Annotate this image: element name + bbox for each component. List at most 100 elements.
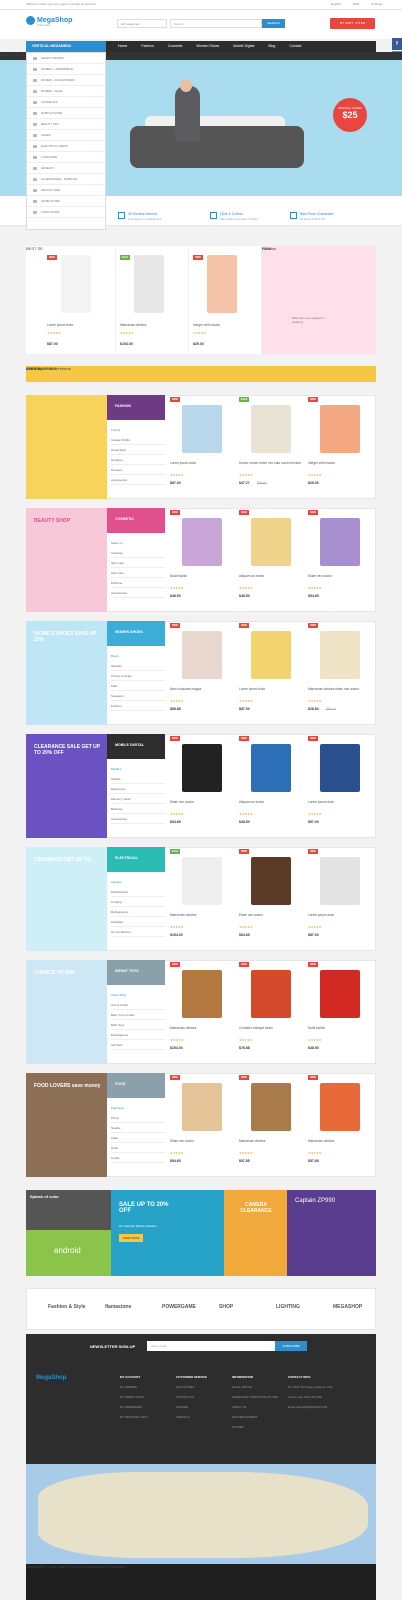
- category-link[interactable]: Cooking: [111, 897, 165, 907]
- vmenu-item[interactable]: ELECTRICAL ITEMS: [27, 141, 105, 152]
- category-link[interactable]: Fashion: [111, 701, 165, 711]
- category-banner[interactable]: [26, 395, 107, 499]
- category-link[interactable]: Memory Cards: [111, 794, 165, 804]
- vmenu-item[interactable]: HOME STORE: [27, 196, 105, 207]
- product-name[interactable]: Donec rutrum lorem nec odio condi mentum: [239, 461, 301, 465]
- category-link[interactable]: Sneakers: [111, 691, 165, 701]
- category-link[interactable]: Flexiable: [111, 917, 165, 927]
- vmenu-item[interactable]: WOMEN - SHOE: [27, 86, 105, 97]
- product-name[interactable]: Etiam nec auctor: [170, 1139, 232, 1143]
- category-link-title[interactable]: Boots: [111, 651, 165, 661]
- category-link[interactable]: Perfume: [111, 578, 165, 588]
- category-link[interactable]: Accessories: [111, 475, 165, 485]
- product-name[interactable]: Maecenas ultricies etiam non auctor: [308, 687, 370, 691]
- category-link[interactable]: Dresses: [111, 465, 165, 475]
- category-link[interactable]: Accessories: [111, 814, 165, 824]
- nav-item-3[interactable]: Women Shoes: [196, 41, 219, 52]
- product-image[interactable]: [251, 744, 291, 792]
- product-image[interactable]: [182, 1083, 222, 1131]
- product-image[interactable]: [182, 857, 222, 905]
- category-link[interactable]: Skin Care: [111, 558, 165, 568]
- category-title[interactable]: ELECTRICAL: [107, 847, 165, 872]
- vertical-megamenu-toggle[interactable]: VERTICAL MEGAMENU: [26, 41, 106, 52]
- product-name[interactable]: Nulla facilisi: [308, 1026, 370, 1030]
- category-link[interactable]: Designer: [111, 455, 165, 465]
- product-name[interactable]: Nam vulputate magna: [170, 687, 232, 691]
- product-name[interactable]: Lorem ipsum dolor: [308, 800, 370, 804]
- category-link[interactable]: Sandals: [111, 661, 165, 671]
- product-image[interactable]: [320, 744, 360, 792]
- fashion-promo[interactable]: [262, 246, 376, 354]
- category-link[interactable]: Batteries: [111, 804, 165, 814]
- category-link[interactable]: Pumps & Heels: [111, 671, 165, 681]
- category-link-title[interactable]: Trends: [111, 425, 165, 435]
- category-link[interactable]: Drink: [111, 1143, 165, 1153]
- product-image[interactable]: [182, 631, 222, 679]
- footer-link[interactable]: TERMS AND CONDITIONS OF USE: [232, 1395, 278, 1399]
- category-link[interactable]: Casual Outfits: [111, 435, 165, 445]
- splash-banner[interactable]: Splash of color: [26, 1190, 111, 1230]
- product-name[interactable]: Lorem ipsum dolor: [170, 461, 232, 465]
- footer-link[interactable]: SITEMAP: [176, 1405, 207, 1409]
- newsletter-input[interactable]: Your e-mail: [147, 1341, 275, 1351]
- brand-logo[interactable]: MEGASHOP: [333, 1304, 362, 1310]
- category-link[interactable]: Arts & Crafts: [111, 1000, 165, 1010]
- category-link[interactable]: Bath Toys: [111, 1020, 165, 1030]
- category-link[interactable]: Flats: [111, 681, 165, 691]
- category-select[interactable]: All Categories: [117, 19, 167, 28]
- product-image[interactable]: [320, 405, 360, 453]
- category-link[interactable]: Pizza: [111, 1113, 165, 1123]
- product-image[interactable]: [182, 744, 222, 792]
- category-title[interactable]: FOOD: [107, 1073, 165, 1098]
- product-image[interactable]: [251, 631, 291, 679]
- footer-link[interactable]: MY ORDERS: [120, 1385, 148, 1389]
- category-link[interactable]: Earphones: [111, 784, 165, 794]
- footer-link[interactable]: Email: SALES@DOMAIN.COM: [288, 1405, 333, 1409]
- brand-logo[interactable]: Fashion & Style: [48, 1304, 86, 1310]
- product-image[interactable]: [182, 518, 222, 566]
- category-link[interactable]: Great Style: [111, 445, 165, 455]
- vmenu-item[interactable]: BEAUTY SPA: [27, 119, 105, 130]
- nav-item-1[interactable]: Fashion: [141, 41, 153, 52]
- product-image[interactable]: [320, 631, 360, 679]
- product-image[interactable]: [251, 1083, 291, 1131]
- product-name[interactable]: Curabitur tristique lorem: [239, 1026, 301, 1030]
- vmenu-item[interactable]: AUDIO ROOM: [27, 207, 105, 218]
- footer-link[interactable]: SECURE PAYMENT: [232, 1415, 278, 1419]
- product-image[interactable]: [251, 970, 291, 1018]
- vmenu-item[interactable]: HEALTH CARE: [27, 185, 105, 196]
- vmenu-item[interactable]: COSMETICS: [27, 97, 105, 108]
- footer-link[interactable]: SPECIALS: [176, 1415, 207, 1419]
- footer-link[interactable]: MY CREDIT SLIPS: [120, 1395, 148, 1399]
- footer-link[interactable]: MY PERSONAL INFO: [120, 1415, 148, 1419]
- category-title[interactable]: MOBILE DIGITAL: [107, 734, 165, 759]
- nav-item-0[interactable]: Home: [118, 41, 127, 52]
- category-link[interactable]: Tablets: [111, 774, 165, 784]
- brand-logo[interactable]: SHOP: [219, 1304, 233, 1310]
- search-button[interactable]: SEARCH: [262, 19, 285, 28]
- product-image[interactable]: [251, 518, 291, 566]
- footer-link[interactable]: MY ADDRESSES: [120, 1405, 148, 1409]
- product-image[interactable]: [182, 405, 222, 453]
- category-link[interactable]: Refrigerators: [111, 907, 165, 917]
- product-name[interactable]: Maecenas ultricies: [170, 913, 232, 917]
- vmenu-item[interactable]: FURNITURE: [27, 152, 105, 163]
- nav-item-4[interactable]: Mobile Digital: [233, 41, 254, 52]
- category-link[interactable]: Baby Toys & Gifts: [111, 1010, 165, 1020]
- category-link[interactable]: Cake: [111, 1133, 165, 1143]
- category-title[interactable]: FASHION: [107, 395, 165, 420]
- category-title[interactable]: COSMETIC: [107, 508, 165, 533]
- product-image[interactable]: [320, 1083, 360, 1131]
- category-link[interactable]: Boardgames: [111, 1030, 165, 1040]
- product-name[interactable]: Nulla facilisi: [170, 574, 232, 578]
- product-image[interactable]: [61, 255, 91, 313]
- subscribe-button[interactable]: SUBSCRIBE: [275, 1341, 307, 1351]
- category-link[interactable]: Noodle: [111, 1123, 165, 1133]
- vmenu-item[interactable]: SELECT MARKET: [27, 53, 105, 64]
- category-link[interactable]: Dishwashers: [111, 887, 165, 897]
- camera-banner[interactable]: CAMERA CLEARANCE: [224, 1190, 287, 1276]
- product-name[interactable]: Etiam nec auctor: [239, 913, 301, 917]
- product-name[interactable]: Integer velit mauris: [193, 323, 220, 327]
- category-link[interactable]: Gift Sets: [111, 1040, 165, 1050]
- category-title[interactable]: INFANT TOYS: [107, 960, 165, 985]
